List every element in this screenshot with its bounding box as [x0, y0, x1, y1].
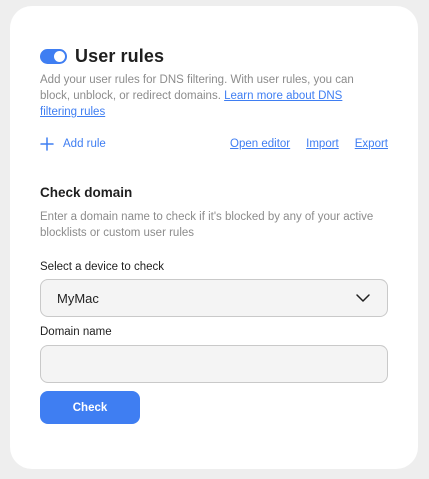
check-domain-title: Check domain	[40, 185, 133, 200]
import-link[interactable]: Import	[306, 138, 339, 150]
device-select-label: Select a device to check	[40, 261, 165, 273]
user-rules-description: Add your user rules for DNS filtering. W…	[40, 72, 380, 120]
device-select[interactable]: MyMac	[40, 279, 388, 317]
add-rule-button[interactable]: Add rule	[40, 137, 106, 151]
add-rule-label: Add rule	[63, 138, 106, 150]
export-link[interactable]: Export	[355, 138, 388, 150]
user-rules-title: User rules	[75, 46, 165, 66]
open-editor-link[interactable]: Open editor	[230, 138, 290, 150]
user-rules-toggle[interactable]	[40, 49, 67, 64]
plus-icon	[40, 137, 54, 151]
check-button[interactable]: Check	[40, 391, 140, 424]
device-select-value: MyMac	[57, 290, 99, 306]
user-rules-header: User rules	[40, 46, 164, 67]
domain-name-input[interactable]	[40, 345, 388, 383]
check-domain-description: Enter a domain name to check if it's blo…	[40, 211, 374, 239]
chevron-down-icon	[356, 294, 370, 302]
rules-actions: Add rule Open editor Import Export	[40, 137, 388, 151]
domain-name-label: Domain name	[40, 326, 112, 338]
user-rules-card: User rules Add your user rules for DNS f…	[10, 6, 418, 469]
toggle-knob	[54, 51, 65, 62]
